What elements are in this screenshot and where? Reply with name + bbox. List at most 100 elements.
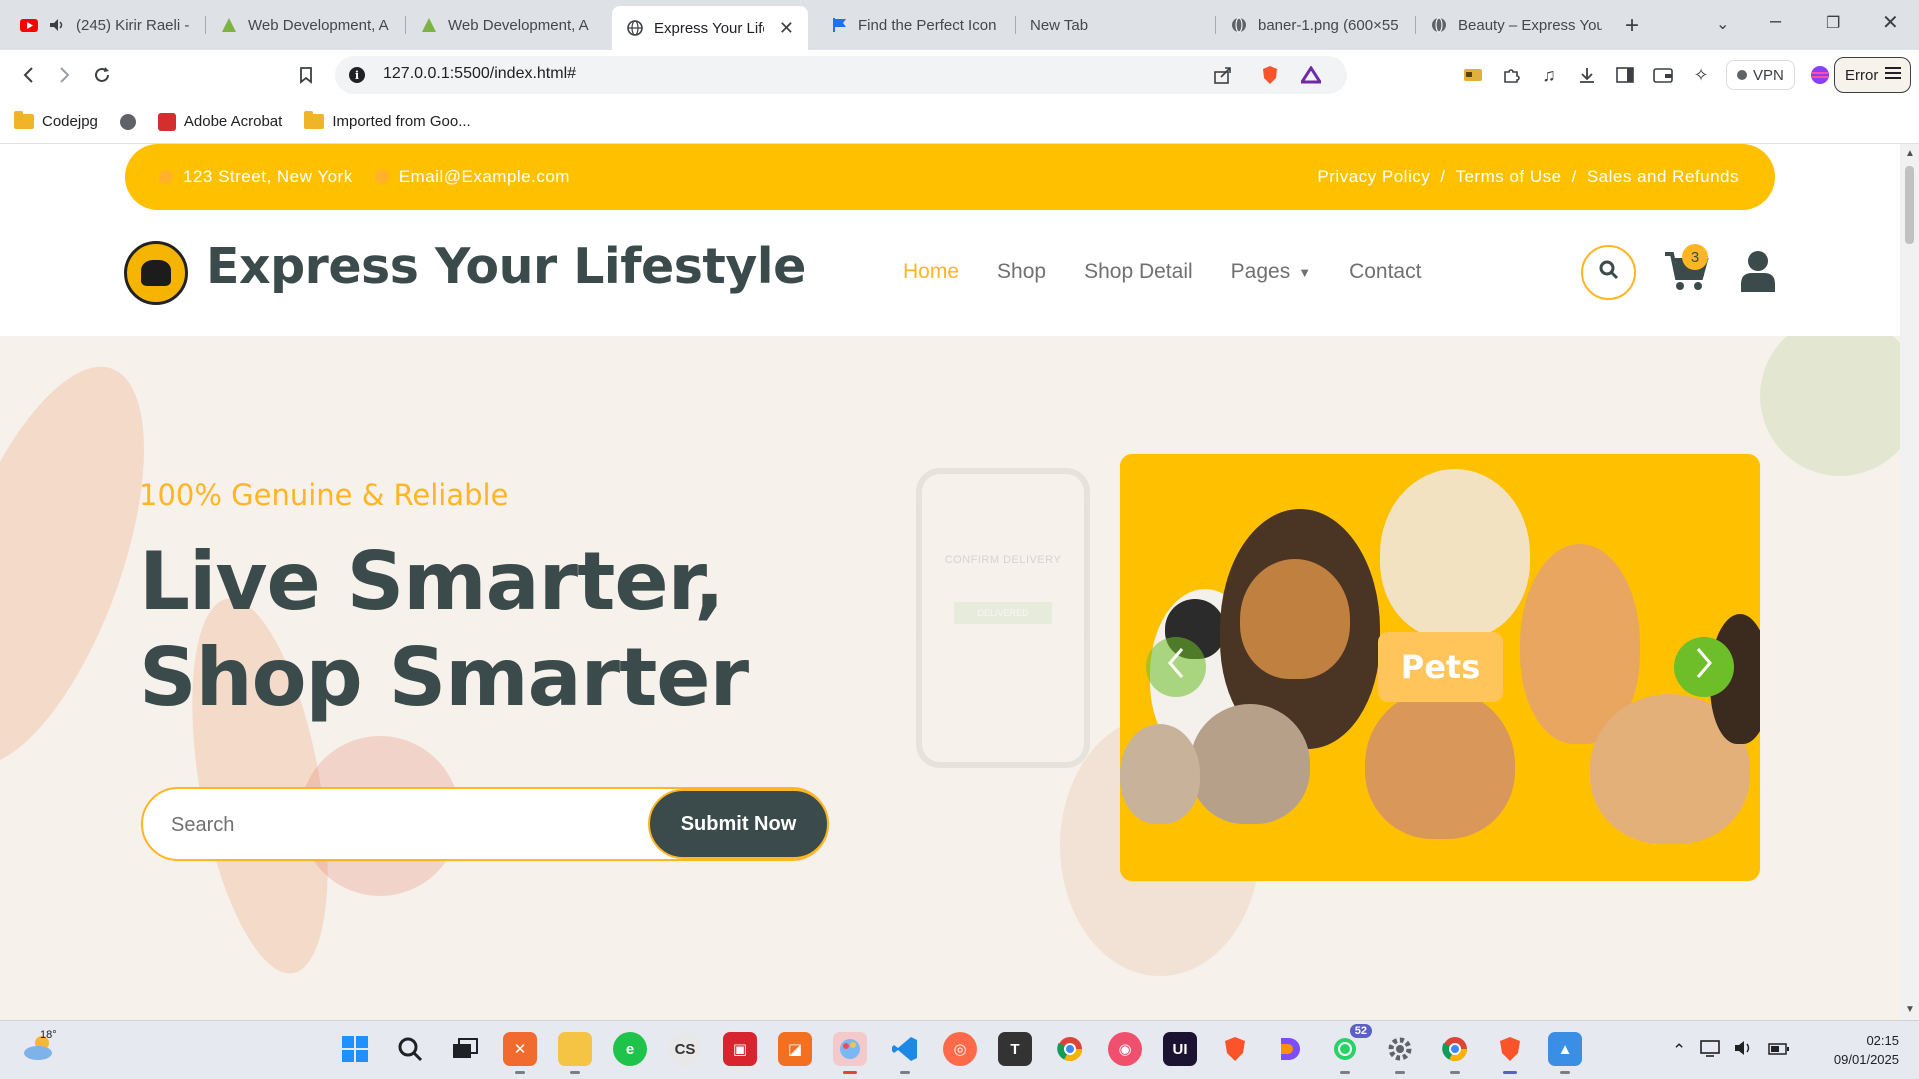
tray-overflow-chevron-icon[interactable]: ⌃ xyxy=(1672,1041,1686,1061)
email-text[interactable]: Email@Example.com xyxy=(399,167,570,187)
new-tab-button[interactable]: + xyxy=(1625,12,1639,40)
vpn-button[interactable]: VPN xyxy=(1726,60,1795,90)
tab-label: Express Your Life xyxy=(654,19,764,37)
wallet-icon[interactable] xyxy=(1650,62,1676,88)
search-icon xyxy=(1599,260,1619,285)
whatsapp-icon[interactable]: 52 xyxy=(1328,1024,1372,1074)
tab-find-icon[interactable]: Find the Perfect Icon xyxy=(816,6,1016,44)
shopping-cart-icon xyxy=(1663,252,1709,296)
nav-shop[interactable]: Shop xyxy=(997,260,1046,284)
tab-new[interactable]: New Tab xyxy=(1016,6,1216,44)
nav-shop-detail[interactable]: Shop Detail xyxy=(1084,260,1193,284)
tab-beauty[interactable]: Beauty – Express You xyxy=(1416,6,1616,44)
close-window-icon[interactable]: ✕ xyxy=(1882,10,1899,35)
network-icon[interactable] xyxy=(1700,1039,1721,1062)
brave-rewards-icon[interactable] xyxy=(1298,62,1324,88)
photos-icon[interactable]: ▲ xyxy=(1548,1032,1582,1074)
carousel-prev-button[interactable] xyxy=(1146,637,1206,697)
running-indicator xyxy=(515,1071,525,1074)
wallet-card-icon[interactable] xyxy=(1460,62,1486,88)
settings-gear-icon[interactable] xyxy=(1383,1032,1417,1074)
file-explorer-icon[interactable] xyxy=(558,1032,592,1074)
tab-search-chevron-icon[interactable]: ⌄ xyxy=(1716,14,1729,34)
sales-refunds-link[interactable]: Sales and Refunds xyxy=(1587,167,1739,187)
profile-sphere-icon[interactable] xyxy=(1807,62,1833,88)
media-music-icon[interactable]: ♫ xyxy=(1536,62,1562,88)
site-info-icon[interactable]: i xyxy=(349,67,365,83)
chrome-profile-icon[interactable] xyxy=(1438,1032,1472,1074)
running-indicator xyxy=(900,1071,910,1074)
office-icon[interactable]: ◪ xyxy=(778,1032,812,1066)
brave-icon[interactable] xyxy=(1218,1032,1252,1066)
paint-app-icon[interactable] xyxy=(833,1032,867,1074)
url-text[interactable]: 127.0.0.1:5500/index.html# xyxy=(383,65,576,83)
submit-now-button[interactable]: Submit Now xyxy=(648,789,829,859)
tab-youtube[interactable]: (245) Kirir Raeli - xyxy=(6,6,206,44)
screen-recorder-icon[interactable]: ◎ xyxy=(943,1032,977,1066)
nav-contact[interactable]: Contact xyxy=(1349,260,1421,284)
email-item[interactable]: Email@Example.com xyxy=(374,167,570,187)
brave-shield-icon[interactable] xyxy=(1257,62,1283,88)
vegetable-background-image xyxy=(1760,336,1900,476)
xampp-icon[interactable]: ✕ xyxy=(503,1032,537,1074)
ui-app-icon[interactable]: UI xyxy=(1163,1032,1197,1066)
tab-web-dev-1[interactable]: Web Development, A xyxy=(206,6,406,44)
address-bar[interactable]: i 127.0.0.1:5500/index.html# xyxy=(335,56,1347,94)
bookmark-acrobat[interactable]: Adobe Acrobat xyxy=(157,112,282,131)
store-bag-icon[interactable]: ▣ xyxy=(723,1032,757,1066)
tab-express-active[interactable]: Express Your Life ✕ xyxy=(612,6,808,50)
minimize-icon[interactable]: – xyxy=(1770,10,1781,33)
scroll-down-icon[interactable]: ▼ xyxy=(1905,1004,1915,1015)
forward-icon[interactable] xyxy=(52,62,78,88)
tab-label: Beauty – Express You xyxy=(1458,16,1602,34)
volume-icon[interactable] xyxy=(1734,1039,1754,1062)
lion-logo-icon xyxy=(141,260,171,286)
terms-of-use-link[interactable]: Terms of Use xyxy=(1455,167,1561,187)
scroll-up-icon[interactable]: ▲ xyxy=(1905,148,1915,159)
chrome-icon[interactable] xyxy=(1053,1032,1087,1066)
nav-pages[interactable]: Pages ▼ xyxy=(1231,260,1311,284)
nav-home[interactable]: Home xyxy=(903,260,959,284)
brand-name[interactable]: Express Your Lifestyle xyxy=(206,238,806,295)
download-icon[interactable] xyxy=(1574,62,1600,88)
reload-icon[interactable] xyxy=(89,62,115,88)
tab-baner[interactable]: baner-1.png (600×55 xyxy=(1216,6,1416,44)
share-icon[interactable] xyxy=(1210,62,1236,88)
weather-cloud-icon xyxy=(22,1036,56,1065)
page-scrollbar[interactable]: ▲ ▼ xyxy=(1900,144,1919,1020)
app-d-icon[interactable] xyxy=(1273,1032,1307,1066)
hero-search-input[interactable] xyxy=(171,809,631,841)
brand-logo[interactable] xyxy=(124,241,188,305)
bookmark-globe[interactable] xyxy=(119,113,136,130)
evernote-icon[interactable]: e xyxy=(613,1032,647,1066)
typora-icon[interactable]: T xyxy=(998,1032,1032,1066)
privacy-policy-link[interactable]: Privacy Policy xyxy=(1317,167,1430,187)
carousel-next-button[interactable] xyxy=(1674,637,1734,697)
design-app-icon[interactable]: ◉ xyxy=(1108,1032,1142,1066)
back-icon[interactable] xyxy=(15,62,41,88)
folder-icon xyxy=(304,111,325,129)
account-button[interactable] xyxy=(1740,250,1776,292)
start-windows-icon[interactable] xyxy=(338,1032,372,1066)
scroll-thumb[interactable] xyxy=(1905,166,1914,244)
close-icon[interactable]: ✕ xyxy=(779,18,794,39)
vscode-icon[interactable] xyxy=(888,1032,922,1074)
leo-ai-icon[interactable]: ✧ xyxy=(1688,62,1714,88)
speaker-icon[interactable] xyxy=(48,16,66,34)
search-icon[interactable] xyxy=(393,1032,427,1066)
task-view-icon[interactable] xyxy=(448,1032,482,1066)
bookmark-codejpg[interactable]: Codejpg xyxy=(14,111,98,130)
tab-web-dev-2[interactable]: Web Development, A xyxy=(406,6,606,44)
css-tool-icon[interactable]: CS xyxy=(668,1032,702,1066)
bookmark-icon[interactable] xyxy=(293,62,319,88)
taskbar-clock[interactable]: 02:15 09/01/2025 xyxy=(1815,1031,1899,1069)
bookmark-imported[interactable]: Imported from Goo... xyxy=(304,111,471,130)
battery-icon[interactable] xyxy=(1768,1041,1790,1061)
restore-icon[interactable]: ❐ xyxy=(1826,13,1840,33)
sidebar-icon[interactable] xyxy=(1612,62,1638,88)
error-menu-button[interactable]: Error xyxy=(1834,57,1912,93)
guinea-pig-image xyxy=(1120,724,1200,824)
extensions-puzzle-icon[interactable] xyxy=(1498,62,1524,88)
brave-active-icon[interactable] xyxy=(1493,1032,1527,1074)
search-button[interactable] xyxy=(1581,245,1636,300)
